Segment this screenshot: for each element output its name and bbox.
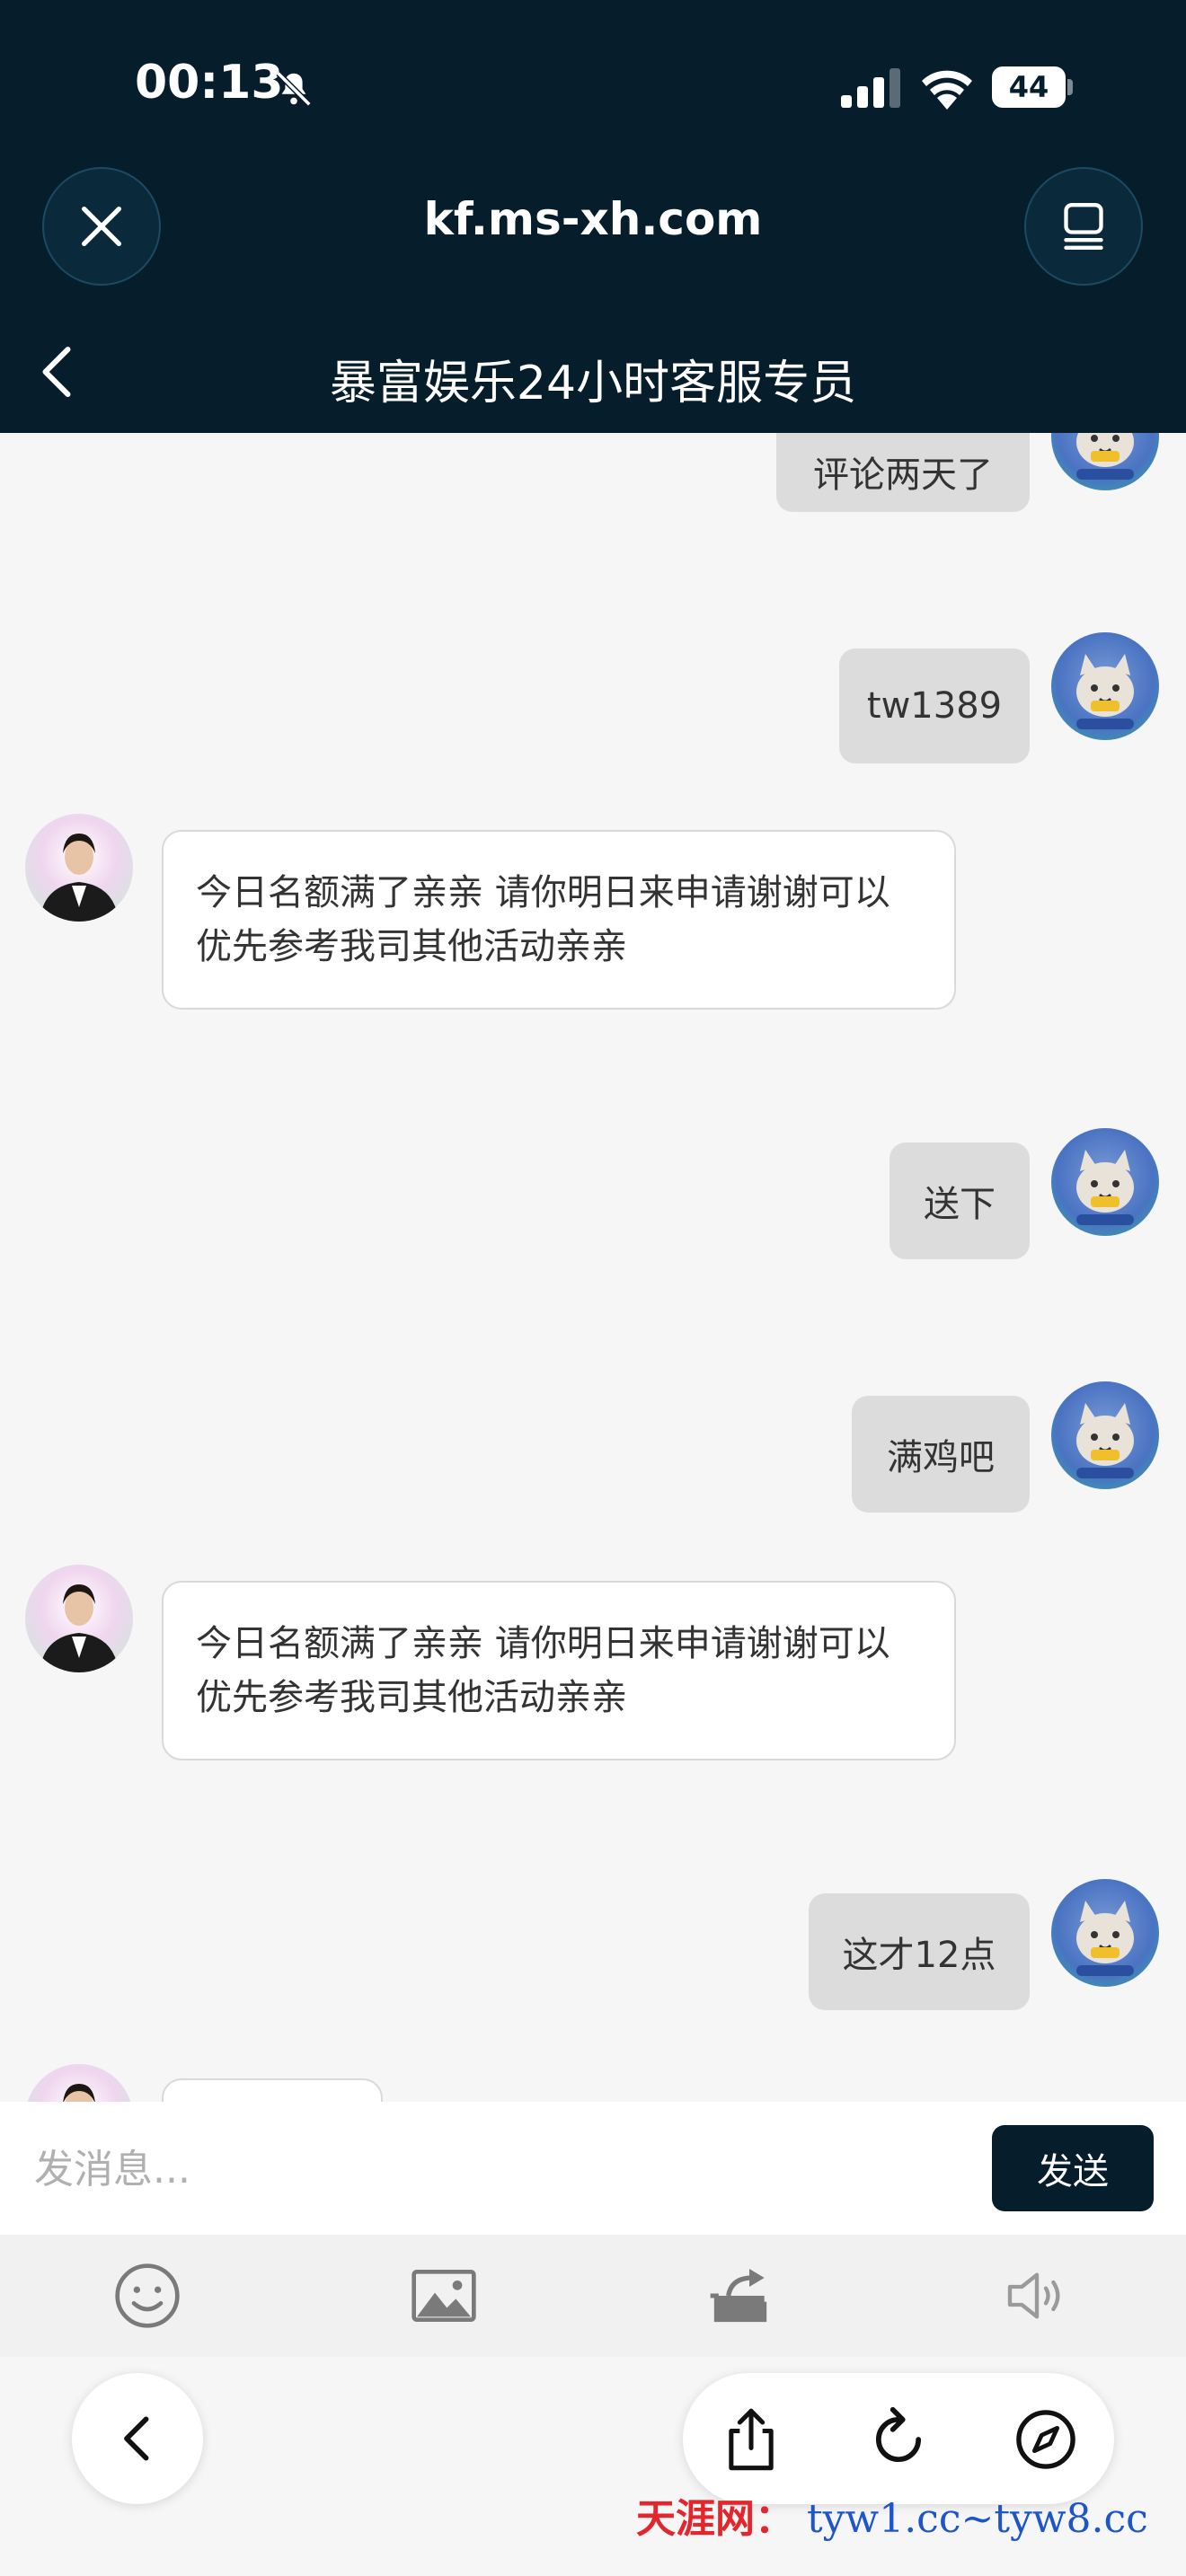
agent-avatar-icon <box>40 1584 119 1672</box>
message-text: 满鸡吧 <box>887 1437 995 1478</box>
agent-message: 今日名额满了亲亲 请你明日来申请谢谢可以优先参考我司其他活动亲亲 <box>162 830 956 1010</box>
agent-avatar <box>25 1565 133 1672</box>
user-message: 满鸡吧 <box>852 1396 1030 1513</box>
user-avatar <box>1051 433 1159 490</box>
bell-off-icon <box>276 71 312 107</box>
message-text: 这才12点 <box>842 1935 996 1976</box>
message-list[interactable]: 评论两天了 tw1389 今日名额满了亲亲 请你明日来申请谢谢可以优先参考我司其… <box>0 433 1186 2102</box>
user-message: tw1389 <box>839 648 1030 763</box>
speaker-icon[interactable] <box>1001 2260 1073 2332</box>
user-message: 这才12点 <box>809 1893 1030 2010</box>
agent-avatar <box>25 814 133 922</box>
message-input[interactable] <box>32 2129 958 2210</box>
message-text: 今日名额满了亲亲 请你明日来申请谢谢可以优先参考我司其他活动亲亲 <box>196 1623 890 1718</box>
compass-icon[interactable] <box>1012 2405 1080 2474</box>
cat-avatar-icon <box>1076 1901 1134 1976</box>
battery-icon: 44 <box>992 66 1073 108</box>
battery-level: 44 <box>992 66 1066 108</box>
tabs-icon <box>1064 203 1103 251</box>
chat-back-icon[interactable] <box>34 345 79 399</box>
watermark-domains: tyw1.cc~tyw8.cc <box>807 2496 1148 2542</box>
chat-toolbar <box>0 2235 1186 2357</box>
message-text: 评论两天了 <box>813 454 993 496</box>
reload-icon[interactable] <box>864 2405 933 2474</box>
agent-avatar-icon <box>40 834 119 922</box>
user-message: 送下 <box>890 1142 1030 1259</box>
message-text: 送下 <box>924 1184 996 1225</box>
browser-back-button[interactable] <box>72 2373 203 2504</box>
page-url[interactable]: kf.ms-xh.com <box>270 193 916 245</box>
agent-avatar <box>25 2064 133 2102</box>
back-icon <box>124 2416 149 2461</box>
watermark: 天涯网： tyw1.cc~tyw8.cc <box>636 2486 1148 2544</box>
image-icon[interactable] <box>408 2260 480 2332</box>
send-button[interactable]: 发送 <box>992 2125 1154 2211</box>
tabs-button[interactable] <box>1024 167 1143 286</box>
message-text: tw1389 <box>866 685 1003 727</box>
emoji-icon[interactable] <box>111 2260 183 2332</box>
watermark-site-name: 天涯网： <box>636 2496 794 2542</box>
user-avatar <box>1051 1879 1159 1987</box>
agent-message: 今日名额满了亲亲 请你明日来申请谢谢可以优先参考我司其他活动亲亲 <box>162 1581 956 1760</box>
wifi-icon <box>922 70 972 110</box>
cat-avatar-icon <box>1076 1403 1134 1478</box>
close-icon <box>82 207 121 246</box>
agent-message-partial <box>162 2078 383 2102</box>
composer: 发送 <box>0 2102 1186 2235</box>
header: 00:13 44 kf.ms-xh.com 暴富娱乐24小时客服专员 <box>0 0 1186 433</box>
chat-screen: 00:13 44 kf.ms-xh.com 暴富娱乐24小时客服专员 评论两天了… <box>0 0 1186 2576</box>
share-icon[interactable] <box>717 2405 785 2474</box>
close-button[interactable] <box>42 167 161 286</box>
status-time: 00:13 <box>135 56 284 110</box>
agent-avatar-icon <box>63 2084 95 2102</box>
signal-icon <box>841 68 900 108</box>
message-text: 今日名额满了亲亲 请你明日来申请谢谢可以优先参考我司其他活动亲亲 <box>196 872 890 967</box>
chat-title: 暴富娱乐24小时客服专员 <box>329 357 857 410</box>
user-message: 评论两天了 <box>776 433 1030 512</box>
cat-avatar-icon <box>1076 1150 1134 1225</box>
cat-avatar-icon <box>1076 654 1134 729</box>
browser-actions <box>683 2373 1114 2504</box>
user-avatar <box>1051 1381 1159 1489</box>
user-avatar <box>1051 632 1159 740</box>
cat-avatar-icon <box>1076 433 1134 480</box>
share-screen-icon[interactable] <box>704 2260 776 2332</box>
user-avatar <box>1051 1128 1159 1236</box>
